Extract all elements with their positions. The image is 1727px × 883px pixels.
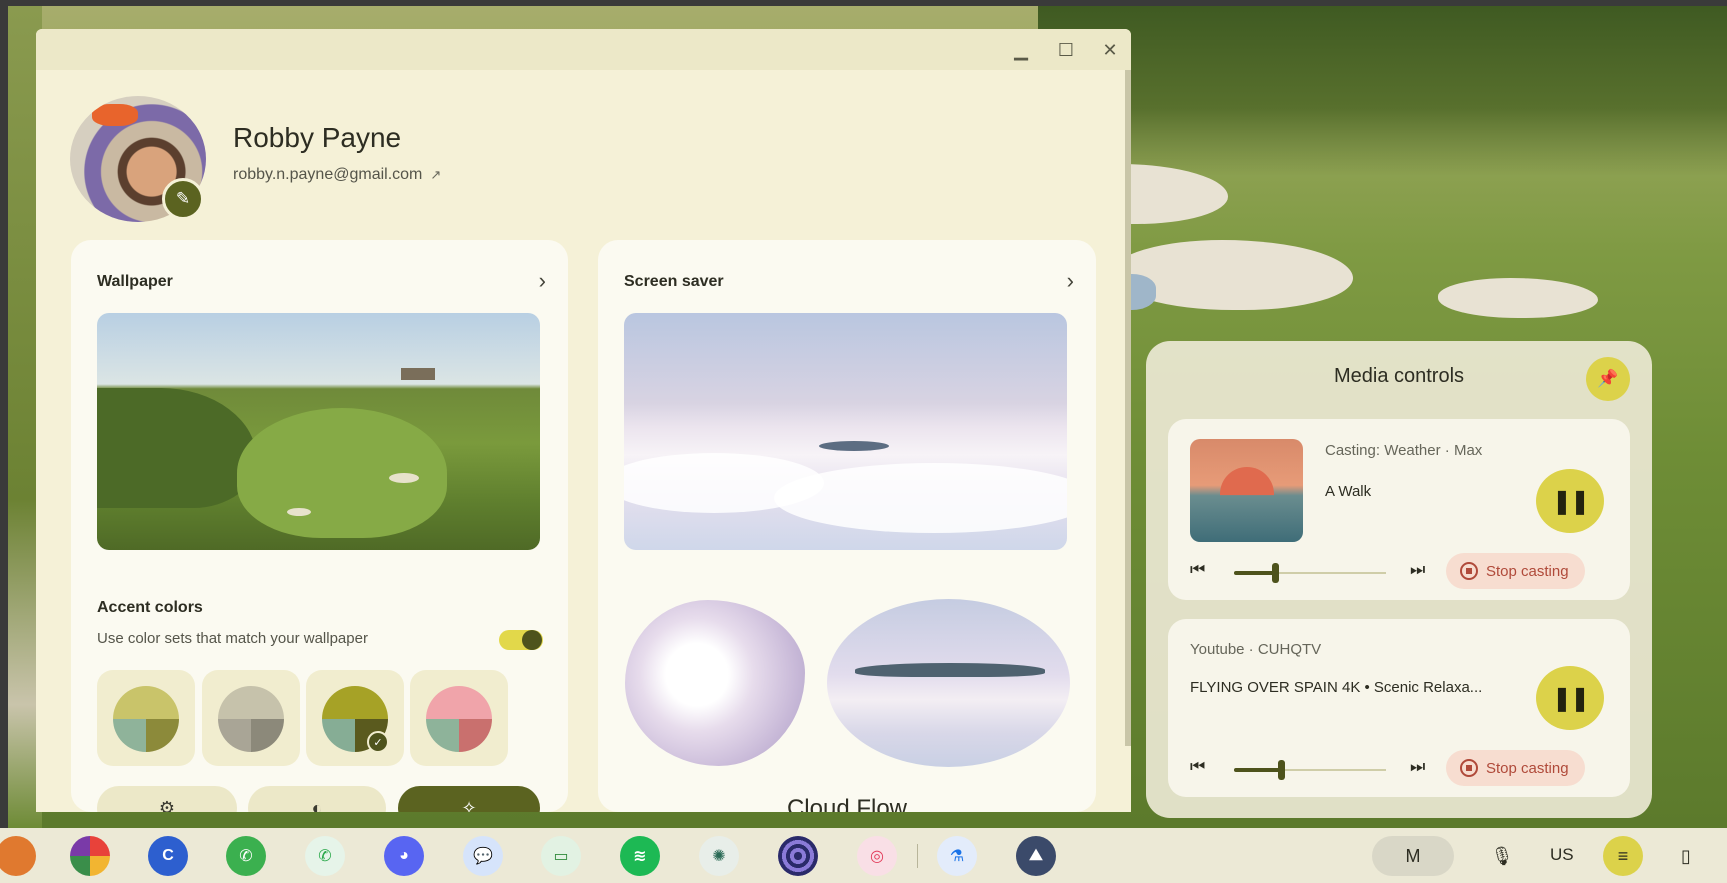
progress-slider[interactable] bbox=[1234, 760, 1386, 780]
pencil-icon[interactable]: ✎ bbox=[162, 178, 204, 220]
phone-hub-icon[interactable]: ▯ bbox=[1666, 836, 1706, 876]
media-item: Casting: Weather · Max A Walk ❚❚ ⏮ ⏭ Sto… bbox=[1168, 419, 1630, 600]
wallpaper-clubhouse bbox=[401, 368, 435, 380]
progress-fill bbox=[1234, 571, 1274, 575]
wallpaper-card: Wallpaper › Accent colors Use color sets… bbox=[71, 240, 568, 812]
cloud-flow-thumbnail-oval[interactable] bbox=[827, 599, 1070, 767]
ime-label: M bbox=[1405, 845, 1421, 866]
accent-swatch[interactable] bbox=[97, 670, 195, 766]
whatsapp-icon[interactable]: ✆ bbox=[226, 836, 266, 876]
island bbox=[855, 663, 1045, 677]
whatsapp-web-icon[interactable]: ✆ bbox=[305, 836, 345, 876]
stop-icon bbox=[1460, 562, 1478, 580]
media-title: FLYING OVER SPAIN 4K • Scenic Relaxa... bbox=[1190, 679, 1483, 696]
screen-saver-card: Screen saver › Cloud Flow bbox=[598, 240, 1096, 812]
stop-icon bbox=[1460, 759, 1478, 777]
wallpaper-fairway bbox=[237, 408, 447, 538]
chatgpt-icon[interactable]: ✺ bbox=[699, 836, 739, 876]
accent-colors-subtitle: Use color sets that match your wallpaper bbox=[97, 630, 368, 647]
accent-swatch[interactable] bbox=[410, 670, 508, 766]
toggle-knob bbox=[522, 630, 542, 650]
album-art bbox=[1190, 439, 1303, 542]
progress-knob[interactable] bbox=[1272, 563, 1279, 583]
cloud-flow-thumbnail[interactable] bbox=[625, 600, 805, 766]
check-icon: ✓ bbox=[367, 731, 389, 753]
app-icon[interactable] bbox=[70, 836, 110, 876]
screen-saver-preview[interactable] bbox=[624, 313, 1067, 550]
progress-fill bbox=[1234, 768, 1280, 772]
screen-recorder-icon[interactable]: ▭ bbox=[541, 836, 581, 876]
shelf-divider bbox=[917, 844, 918, 868]
avatar-hat bbox=[92, 104, 138, 126]
personalization-window: ▁ ☐ ✕ ✎ Robby Payne robby.n.payne@gmail.… bbox=[36, 29, 1131, 812]
wallpaper-bunker bbox=[1438, 278, 1598, 318]
shelf: C ✆ ✆ ◕ 💬 ▭ ≋ ✺ ◎ ⚗ ⛰ M 🎙 US ≡ ▯ bbox=[0, 828, 1727, 883]
wallpaper-preview[interactable] bbox=[97, 313, 540, 550]
open-in-new-icon[interactable]: ↗ bbox=[430, 167, 441, 183]
window-titlebar[interactable]: ▁ ☐ ✕ bbox=[36, 29, 1131, 70]
accent-colors-title: Accent colors bbox=[97, 599, 203, 616]
media-controls-title: Media controls bbox=[1333, 365, 1465, 387]
wallpaper-title[interactable]: Wallpaper bbox=[97, 273, 173, 291]
screen-saver-title[interactable]: Screen saver bbox=[624, 273, 724, 291]
media-subtitle: Casting: Weather · Max bbox=[1325, 442, 1483, 459]
accent-swatch-colors bbox=[426, 686, 492, 752]
stop-casting-button[interactable]: Stop casting bbox=[1446, 750, 1585, 786]
previous-track-icon[interactable]: ⏮ bbox=[1190, 757, 1205, 777]
previous-track-icon[interactable]: ⏮ bbox=[1190, 560, 1205, 580]
chrome-icon[interactable] bbox=[0, 836, 36, 876]
microphone-icon[interactable]: 🎙 bbox=[1482, 836, 1522, 876]
maximize-icon[interactable]: ☐ bbox=[1052, 37, 1080, 63]
discord-icon[interactable]: ◕ bbox=[384, 836, 424, 876]
wallpaper-sand bbox=[389, 473, 419, 483]
stop-casting-label: Stop casting bbox=[1486, 562, 1569, 580]
match-wallpaper-toggle[interactable] bbox=[499, 630, 543, 650]
island bbox=[819, 441, 889, 451]
progress-knob[interactable] bbox=[1278, 760, 1285, 780]
contrast-icon[interactable]: ◐ bbox=[248, 786, 386, 812]
gallery-icon[interactable]: ⛰ bbox=[1016, 836, 1056, 876]
gear-icon[interactable]: ⚙ bbox=[97, 786, 237, 812]
close-icon[interactable]: ✕ bbox=[1096, 37, 1124, 63]
stop-casting-label: Stop casting bbox=[1486, 759, 1569, 777]
pause-icon[interactable]: ❚❚ bbox=[1536, 469, 1604, 533]
album-art-sun bbox=[1220, 467, 1274, 496]
accent-swatch[interactable]: ✓ bbox=[306, 670, 404, 766]
cloud bbox=[774, 463, 1067, 533]
user-name: Robby Payne bbox=[233, 122, 402, 153]
chevron-right-icon[interactable]: › bbox=[1067, 268, 1074, 294]
screen-saver-theme-label: Cloud Flow bbox=[786, 795, 908, 812]
magic-wand-icon[interactable]: ✧ bbox=[398, 786, 540, 812]
canvas-icon[interactable]: C bbox=[148, 836, 188, 876]
minimize-icon[interactable]: ▁ bbox=[1007, 37, 1035, 63]
media-controls-icon[interactable]: ≡ bbox=[1603, 836, 1643, 876]
spotify-icon[interactable]: ≋ bbox=[620, 836, 660, 876]
media-item: Youtube · CUHQTV FLYING OVER SPAIN 4K • … bbox=[1168, 619, 1630, 797]
notification-tray-icon[interactable]: M bbox=[1372, 836, 1454, 876]
wallpaper-sand bbox=[287, 508, 311, 516]
creative-cloud-icon[interactable]: ◎ bbox=[857, 836, 897, 876]
messages-icon[interactable]: 💬 bbox=[463, 836, 503, 876]
wallpaper-trees bbox=[1038, 6, 1727, 176]
labs-icon[interactable]: ⚗ bbox=[937, 836, 977, 876]
user-email[interactable]: robby.n.payne@gmail.com ↗ bbox=[233, 166, 441, 184]
next-track-icon[interactable]: ⏭ bbox=[1410, 560, 1425, 580]
window-scrollbar[interactable] bbox=[1125, 70, 1131, 746]
stop-casting-button[interactable]: Stop casting bbox=[1446, 553, 1585, 589]
accent-swatch-colors bbox=[113, 686, 179, 752]
media-subtitle: Youtube · CUHQTV bbox=[1190, 641, 1322, 658]
progress-slider[interactable] bbox=[1234, 563, 1386, 583]
keyboard-layout[interactable]: US bbox=[1550, 845, 1574, 865]
swirl-app-icon[interactable] bbox=[778, 836, 818, 876]
chevron-right-icon[interactable]: › bbox=[539, 268, 546, 294]
media-title: A Walk bbox=[1325, 483, 1372, 500]
next-track-icon[interactable]: ⏭ bbox=[1410, 757, 1425, 777]
accent-swatch-colors bbox=[218, 686, 284, 752]
pin-icon[interactable]: 📌 bbox=[1586, 357, 1630, 401]
user-email-text: robby.n.payne@gmail.com bbox=[233, 166, 423, 183]
pause-icon[interactable]: ❚❚ bbox=[1536, 666, 1604, 730]
media-controls-panel: Media controls 📌 Casting: Weather · Max … bbox=[1146, 341, 1652, 818]
wallpaper-ridge bbox=[97, 388, 257, 508]
accent-swatch[interactable] bbox=[202, 670, 300, 766]
